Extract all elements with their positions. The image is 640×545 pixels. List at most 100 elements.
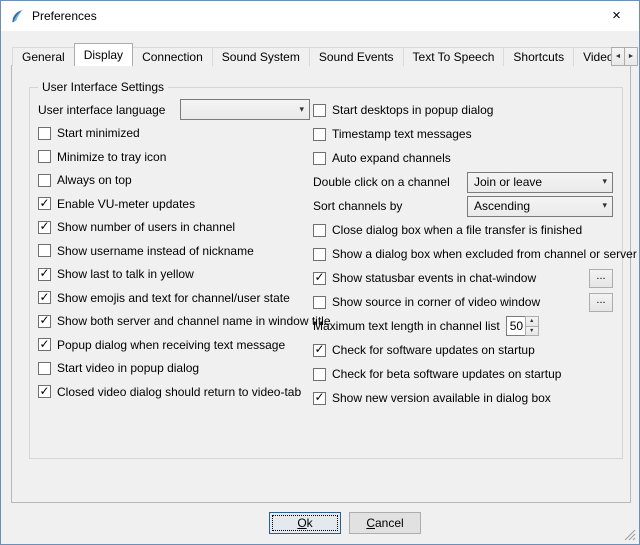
checkbox-label: Show source in corner of video window [332,295,540,309]
cancel-button[interactable]: Cancel [349,512,421,534]
checkbox-server-channel-title[interactable]: ✓ Show both server and channel name in w… [38,310,310,334]
tab-general[interactable]: General [12,47,75,66]
checkbox-label: Close dialog box when a file transfer is… [332,223,582,237]
sort-channels-combobox[interactable]: Ascending ▾ [467,196,613,217]
max-text-length-row: Maximum text length in channel list 50 ▲… [313,314,613,338]
checkbox-indicator: ✓ [313,296,326,309]
checkbox-label: Popup dialog when receiving text message [57,338,285,352]
checkbox-label: Start minimized [57,126,140,140]
checkbox-indicator: ✓ [38,385,51,398]
double-click-value: Join or leave [474,175,542,189]
checkbox-indicator: ✓ [38,197,51,210]
check-icon: ✓ [39,197,49,209]
checkbox-indicator: ✓ [38,315,51,328]
checkbox-show-user-count[interactable]: ✓ Show number of users in channel [38,216,310,240]
checkbox-statusbar-events[interactable]: ✓ Show statusbar events in chat-window [313,271,536,285]
checkbox-indicator: ✓ [38,362,51,375]
preferences-window: Preferences × General Display Connection… [0,0,640,545]
sort-channels-label: Sort channels by [313,199,402,213]
checkbox-indicator: ✓ [313,392,326,405]
checkbox-label: Enable VU-meter updates [57,197,195,211]
app-logo-icon [9,8,26,25]
tab-sound-events[interactable]: Sound Events [309,47,404,66]
check-icon: ✓ [39,338,49,350]
checkbox-label: Closed video dialog should return to vid… [57,385,301,399]
language-label: User interface language [38,103,165,117]
tab-display[interactable]: Display [74,43,133,66]
checkbox-close-on-file-transfer[interactable]: ✓ Close dialog box when a file transfer … [313,218,613,242]
check-icon: ✓ [39,267,49,279]
language-row: User interface language ▾ [38,98,310,122]
checkbox-show-username[interactable]: ✓ Show username instead of nickname [38,239,310,263]
display-tab-pane: User Interface Settings User interface l… [11,65,631,503]
check-icon: ✓ [314,343,324,355]
checkbox-show-emojis[interactable]: ✓ Show emojis and text for channel/user … [38,286,310,310]
checkbox-auto-expand-channels[interactable]: ✓ Auto expand channels [313,146,613,170]
ok-button[interactable]: Ok [269,512,341,534]
checkbox-always-on-top[interactable]: ✓ Always on top [38,169,310,193]
checkbox-indicator: ✓ [38,174,51,187]
tab-text-to-speech[interactable]: Text To Speech [403,47,505,66]
checkbox-indicator: ✓ [38,150,51,163]
statusbar-events-row: ✓ Show statusbar events in chat-window .… [313,266,613,290]
tab-bar: General Display Connection Sound System … [12,43,612,66]
checkbox-indicator: ✓ [38,268,51,281]
resize-grip[interactable] [624,529,636,541]
spin-down-button[interactable]: ▼ [525,326,539,337]
ok-button-label: Ok [297,516,312,530]
checkbox-indicator: ✓ [38,244,51,257]
language-combobox[interactable]: ▾ [180,99,310,120]
close-button[interactable]: × [594,1,639,30]
checkbox-label: Always on top [57,173,132,187]
tab-scroll-buttons: ◄ ► [611,47,638,66]
check-icon: ✓ [39,220,49,232]
check-icon: ✓ [39,291,49,303]
checkbox-start-video-popup[interactable]: ✓ Start video in popup dialog [38,357,310,381]
tab-scroll-left-button[interactable]: ◄ [611,47,625,66]
video-source-config-button[interactable]: ... [589,293,613,312]
user-interface-settings-group: User Interface Settings User interface l… [29,87,623,459]
checkbox-indicator: ✓ [313,368,326,381]
left-column: User interface language ▾ ✓ Start minimi… [38,98,310,404]
checkbox-label: Start video in popup dialog [57,361,199,375]
double-click-row: Double click on a channel Join or leave … [313,170,613,194]
checkbox-indicator: ✓ [38,338,51,351]
checkbox-new-version-dialog[interactable]: ✓ Show new version available in dialog b… [313,386,613,410]
checkbox-check-updates[interactable]: ✓ Check for software updates on startup [313,338,613,362]
checkbox-vu-meter-updates[interactable]: ✓ Enable VU-meter updates [38,192,310,216]
check-icon: ✓ [314,391,324,403]
tab-sound-system[interactable]: Sound System [212,47,310,66]
tab-connection[interactable]: Connection [132,47,213,66]
tab-scroll-right-button[interactable]: ► [624,47,638,66]
checkbox-label: Minimize to tray icon [57,150,166,164]
checkbox-label: Check for software updates on startup [332,343,535,357]
checkbox-indicator: ✓ [313,248,326,261]
double-click-combobox[interactable]: Join or leave ▾ [467,172,613,193]
checkbox-video-source-corner[interactable]: ✓ Show source in corner of video window [313,295,540,309]
sort-channels-value: Ascending [474,199,530,213]
max-text-length-input[interactable]: 50 [506,316,525,336]
checkbox-timestamp-messages[interactable]: ✓ Timestamp text messages [313,122,613,146]
sort-channels-row: Sort channels by Ascending ▾ [313,194,613,218]
tab-video[interactable]: Video [573,47,612,66]
checkbox-minimize-to-tray[interactable]: ✓ Minimize to tray icon [38,145,310,169]
title-bar: Preferences × [1,1,639,31]
checkbox-popup-text-message[interactable]: ✓ Popup dialog when receiving text messa… [38,333,310,357]
checkbox-last-to-talk[interactable]: ✓ Show last to talk in yellow [38,263,310,287]
checkbox-indicator: ✓ [313,128,326,141]
checkbox-start-minimized[interactable]: ✓ Start minimized [38,122,310,146]
checkbox-closed-video-return[interactable]: ✓ Closed video dialog should return to v… [38,380,310,404]
checkbox-dialog-when-excluded[interactable]: ✓ Show a dialog box when excluded from c… [313,242,613,266]
right-column: ✓ Start desktops in popup dialog ✓ Times… [313,98,613,410]
max-text-length-spinner[interactable]: 50 ▲ ▼ [506,316,539,336]
video-source-row: ✓ Show source in corner of video window … [313,290,613,314]
check-icon: ✓ [314,271,324,283]
checkbox-start-desktops-popup[interactable]: ✓ Start desktops in popup dialog [313,98,613,122]
tab-shortcuts[interactable]: Shortcuts [503,47,574,66]
checkbox-label: Auto expand channels [332,151,451,165]
checkbox-label: Show both server and channel name in win… [57,314,331,328]
checkbox-check-beta-updates[interactable]: ✓ Check for beta software updates on sta… [313,362,613,386]
check-icon: ✓ [39,314,49,326]
statusbar-events-config-button[interactable]: ... [589,269,613,288]
window-title: Preferences [32,9,97,23]
